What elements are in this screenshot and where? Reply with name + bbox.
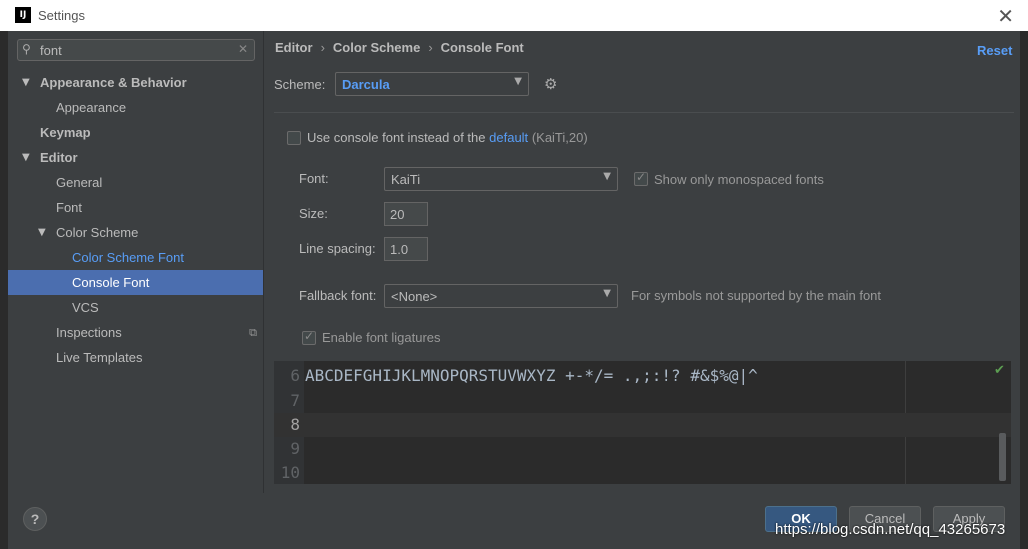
font-value: KaiTi (391, 172, 421, 187)
breadcrumb-item: Console Font (440, 40, 524, 55)
clear-search-icon[interactable]: ✕ (238, 42, 248, 56)
font-label: Font: (299, 171, 329, 186)
preview-line: 9 (274, 437, 1011, 461)
gear-icon[interactable]: ⚙ (544, 75, 557, 93)
chevron-down-icon: ▼ (603, 288, 611, 299)
background-ide-strip-right (1020, 31, 1028, 549)
sidebar-item-label: Appearance (56, 100, 127, 115)
settings-sidebar: ⚲ font ✕ ▼ Appearance & Behavior Appeara… (8, 31, 264, 493)
default-font-detail: (KaiTi,20) (531, 130, 588, 145)
size-input[interactable]: 20 (384, 202, 428, 226)
line-number: 10 (280, 463, 300, 482)
scheme-value: Darcula (342, 77, 390, 92)
sidebar-item-label: Live Templates (56, 350, 143, 365)
sidebar-item-color-scheme[interactable]: ▼ Color Scheme (8, 220, 263, 245)
default-link[interactable]: default (489, 130, 528, 145)
search-input[interactable]: ⚲ font ✕ (17, 39, 255, 61)
window-title: Settings (38, 8, 85, 23)
font-select[interactable]: KaiTi ▼ (384, 167, 618, 191)
help-button[interactable]: ? (23, 507, 47, 531)
line-spacing-value: 1.0 (390, 242, 409, 257)
breadcrumb: Editor › Color Scheme › Console Font (275, 40, 524, 55)
line-spacing-label: Line spacing: (299, 241, 376, 256)
scheme-select[interactable]: Darcula ▼ (335, 72, 529, 96)
title-bar: IJ Settings ✕ (0, 0, 1028, 31)
search-value: font (40, 43, 62, 58)
sidebar-item-label: General (56, 175, 103, 190)
checkmark-icon: ✔ (994, 363, 1005, 378)
sidebar-item-keymap[interactable]: Keymap (8, 120, 263, 145)
vertical-scrollbar[interactable] (999, 433, 1006, 481)
size-value: 20 (390, 207, 405, 222)
sidebar-item-label: Inspections (56, 325, 122, 340)
intellij-logo-icon: IJ (15, 7, 31, 23)
sidebar-item-label: VCS (72, 300, 99, 315)
sidebar-item-color-scheme-font[interactable]: Color Scheme Font (8, 245, 263, 270)
line-number: 8 (290, 415, 300, 434)
sidebar-item-console-font[interactable]: Console Font (8, 270, 263, 295)
fallback-font-select[interactable]: <None> ▼ (384, 284, 618, 308)
chevron-right-icon: › (428, 40, 433, 55)
sidebar-item-appearance[interactable]: Appearance (8, 95, 263, 120)
line-spacing-input[interactable]: 1.0 (384, 237, 428, 261)
sidebar-item-label: Color Scheme Font (72, 250, 184, 265)
reset-link[interactable]: Reset (977, 43, 1012, 58)
sidebar-item-label: Color Scheme (56, 225, 139, 240)
expand-arrow-icon[interactable]: ▼ (22, 145, 30, 170)
monospaced-label: Show only monospaced fonts (654, 172, 824, 187)
ligatures-checkbox[interactable] (302, 329, 316, 345)
preview-line-current: 8 (274, 413, 1011, 437)
sidebar-item-label: Font (56, 200, 83, 215)
close-icon[interactable]: ✕ (997, 4, 1014, 28)
sidebar-item-label: Console Font (72, 275, 150, 290)
sidebar-item-editor[interactable]: ▼ Editor (8, 145, 263, 170)
sidebar-item-label: Keymap (40, 125, 91, 140)
line-number: 6 (290, 366, 300, 385)
breadcrumb-item[interactable]: Editor (275, 40, 313, 55)
preview-line: 6 ABCDEFGHIJKLMNOPQRSTUVWXYZ +-*/= .,;:!… (274, 364, 1011, 388)
search-icon: ⚲ (22, 42, 31, 56)
expand-arrow-icon[interactable]: ▼ (22, 70, 30, 95)
sidebar-item-live-templates[interactable]: Live Templates (8, 345, 263, 370)
expand-arrow-icon[interactable]: ▼ (38, 220, 46, 245)
preview-line: 7 (274, 389, 1011, 413)
sidebar-item-label: Appearance & Behavior (40, 75, 187, 90)
project-settings-icon: ⧉ (249, 326, 257, 339)
scheme-label: Scheme: (274, 77, 326, 92)
sidebar-item-label: Editor (40, 150, 78, 165)
chevron-down-icon: ▼ (603, 171, 611, 182)
fallback-font-value: <None> (391, 289, 438, 304)
line-number: 9 (290, 439, 300, 458)
breadcrumb-item[interactable]: Color Scheme (333, 40, 420, 55)
sidebar-item-inspections[interactable]: Inspections ⧉ (8, 320, 263, 345)
sidebar-item-appearance-behavior[interactable]: ▼ Appearance & Behavior (8, 70, 263, 95)
use-console-font-row: Use console font instead of the default … (307, 130, 588, 145)
preview-code: ABCDEFGHIJKLMNOPQRSTUVWXYZ +-*/= .,;:!? … (305, 366, 758, 385)
background-ide-strip (0, 31, 8, 549)
fallback-font-hint: For symbols not supported by the main fo… (631, 288, 882, 303)
sidebar-item-vcs[interactable]: VCS (8, 295, 263, 320)
use-console-font-checkbox[interactable] (287, 131, 301, 145)
monospaced-checkbox[interactable] (634, 170, 648, 186)
preview-line: 10 (274, 461, 1011, 484)
sidebar-item-general[interactable]: General (8, 170, 263, 195)
fallback-font-label: Fallback font: (299, 288, 377, 303)
chevron-right-icon: › (320, 40, 325, 55)
watermark-text: https://blog.csdn.net/qq_43265673 (775, 521, 1006, 538)
use-console-font-label: Use console font instead of the (307, 130, 486, 145)
font-preview-editor[interactable]: 6 ABCDEFGHIJKLMNOPQRSTUVWXYZ +-*/= .,;:!… (274, 361, 1011, 484)
sidebar-item-font[interactable]: Font (8, 195, 263, 220)
chevron-down-icon: ▼ (514, 76, 522, 87)
size-label: Size: (299, 206, 328, 221)
line-number: 7 (290, 391, 300, 410)
ligatures-label: Enable font ligatures (322, 330, 441, 345)
